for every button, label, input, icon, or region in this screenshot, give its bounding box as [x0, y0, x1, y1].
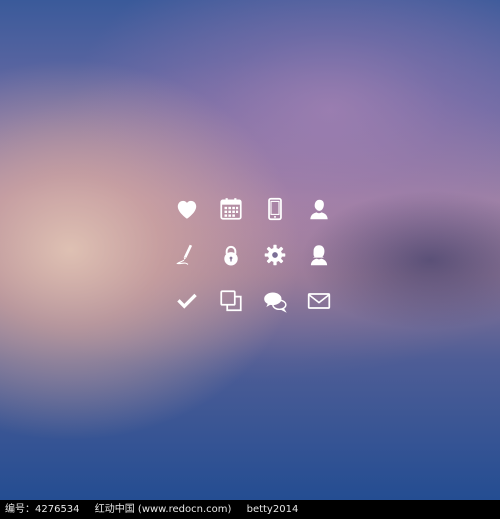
copy-icon: [209, 278, 253, 324]
author-text: betty2014: [246, 504, 299, 515]
user-icon: [297, 186, 341, 232]
image-id-text: 编号：4276534: [5, 504, 80, 515]
mail-icon: [297, 278, 341, 324]
blurred-background: [0, 0, 500, 500]
phone-icon: [253, 186, 297, 232]
heart-icon: [165, 186, 209, 232]
gear-icon: [253, 232, 297, 278]
chat-icon: [253, 278, 297, 324]
calendar-icon: [209, 186, 253, 232]
pen-icon: [165, 232, 209, 278]
icon-grid: [165, 186, 341, 324]
watermark-footer: 编号：4276534 红动中国 (www.redocn.com) betty20…: [0, 500, 500, 519]
lock-icon: [209, 232, 253, 278]
site-link[interactable]: 红动中国 (www.redocn.com): [95, 504, 232, 515]
check-icon: [165, 278, 209, 324]
user-female-icon: [297, 232, 341, 278]
